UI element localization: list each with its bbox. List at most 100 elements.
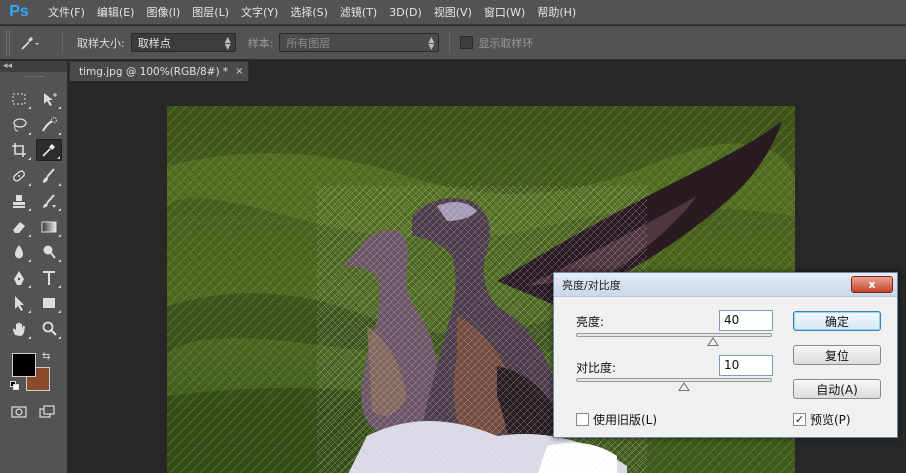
menu-item[interactable]: 视图(V) [428, 0, 478, 25]
rectangle-tool[interactable] [36, 292, 62, 314]
eyedropper-tool[interactable] [36, 139, 62, 161]
brightness-label: 亮度: [576, 315, 605, 329]
menu-item[interactable]: 文件(F) [42, 0, 91, 25]
options-separator [449, 31, 451, 54]
auto-button[interactable]: 自动(A) [793, 379, 881, 399]
menu-item[interactable]: 3D(D) [383, 0, 428, 25]
quick-selection-icon [42, 116, 57, 131]
screen-mode-icon[interactable] [34, 401, 60, 423]
ok-button[interactable]: 确定 [793, 311, 881, 331]
menu-items: 文件(F) 编辑(E) 图像(I) 图层(L) 文字(Y) 选择(S) 滤镜(T) 3D(D)… [42, 0, 582, 25]
show-sampling-ring-checkbox[interactable] [460, 36, 474, 49]
zoom-tool[interactable] [36, 318, 62, 340]
tool-flyout-indicator [28, 259, 31, 262]
path-selection-icon [15, 296, 24, 311]
tool-flyout-indicator [28, 208, 31, 211]
menu-item[interactable]: 文字(Y) [235, 0, 284, 25]
quick-selection-tool[interactable] [36, 114, 62, 136]
clone-stamp-tool[interactable] [6, 190, 32, 212]
contrast-slider-thumb[interactable] [677, 382, 690, 391]
marquee-icon [12, 93, 26, 105]
zoom-icon [42, 321, 57, 336]
options-bar: 取样大小: 取样点 ▲ ▼ 样本: 所有图层 ▲ ▼ 显示取样环 [0, 26, 906, 60]
history-brush-icon [43, 194, 56, 208]
tools-panel-collapse-button[interactable]: ◂◂ [0, 61, 67, 72]
use-legacy-checkbox-box[interactable] [576, 413, 589, 426]
pen-icon [14, 270, 24, 285]
clone-stamp-icon [13, 195, 25, 208]
gradient-icon [41, 221, 57, 232]
brightness-input[interactable]: 40 [719, 310, 773, 331]
crop-tool[interactable] [6, 139, 32, 161]
move-icon [44, 93, 57, 106]
eyedropper-icon [21, 36, 39, 50]
contrast-input[interactable]: 10 [719, 355, 773, 376]
pen-tool[interactable] [6, 267, 32, 289]
sample-size-select[interactable]: 取样点 ▲ ▼ [130, 33, 236, 52]
use-legacy-checkbox[interactable]: 使用旧版(L) [576, 411, 657, 428]
tool-flyout-indicator [28, 106, 31, 109]
menu-item[interactable]: 图像(I) [140, 0, 186, 25]
tool-flyout-indicator [28, 233, 31, 237]
photoshop-logo: Ps [9, 3, 29, 20]
contrast-slider-track[interactable] [576, 378, 772, 382]
preview-label: 预览(P) [810, 413, 851, 427]
move-tool[interactable] [36, 88, 62, 110]
brightness-slider-track[interactable] [576, 333, 772, 337]
swap-colors-icon[interactable]: ⇆ [42, 351, 50, 362]
blur-tool[interactable] [6, 241, 32, 263]
tool-flyout-indicator [58, 259, 61, 262]
tool-flyout-indicator [58, 233, 61, 237]
dodge-tool[interactable] [36, 241, 62, 263]
menu-item[interactable]: 选择(S) [284, 0, 334, 25]
close-icon[interactable]: × [235, 66, 243, 77]
brush-tool[interactable] [36, 165, 62, 187]
tools-panel-grip[interactable] [0, 72, 67, 82]
path-selection-tool[interactable] [6, 292, 32, 314]
tool-flyout-indicator [28, 310, 31, 313]
document-tab-bar: timg.jpg @ 100%(RGB/8#) * × [69, 61, 906, 81]
brightness-slider-thumb[interactable] [707, 337, 720, 346]
healing-brush-tool[interactable] [6, 165, 32, 187]
hand-icon [13, 322, 25, 336]
dialog-close-button[interactable]: x [851, 276, 893, 293]
contrast-label: 对比度: [576, 361, 617, 375]
blur-icon [15, 245, 23, 259]
dialog-titlebar[interactable]: 亮度/对比度 x [554, 273, 897, 297]
use-legacy-label: 使用旧版(L) [593, 413, 658, 427]
lasso-tool[interactable] [6, 114, 32, 136]
tool-flyout-indicator [58, 208, 61, 211]
menu-item[interactable]: 窗口(W) [478, 0, 531, 25]
document-tab[interactable]: timg.jpg @ 100%(RGB/8#) * × [69, 61, 249, 81]
menu-item[interactable]: 滤镜(T) [334, 0, 383, 25]
menu-item[interactable]: 编辑(E) [91, 0, 141, 25]
preview-checkbox-box[interactable]: ✓ [793, 413, 806, 426]
type-tool[interactable] [36, 267, 62, 289]
dialog-title: 亮度/对比度 [562, 278, 621, 292]
history-brush-tool[interactable] [36, 190, 62, 212]
eraser-icon [13, 221, 25, 233]
gradient-tool[interactable] [36, 216, 62, 238]
sample-select[interactable]: 所有图层 ▲ ▼ [279, 33, 440, 52]
reset-button[interactable]: 复位 [793, 345, 881, 365]
tool-preset-picker[interactable] [18, 31, 52, 55]
quick-mask-icon[interactable] [6, 401, 32, 423]
tool-flyout-indicator [28, 131, 31, 135]
sample-label: 样本: [247, 36, 274, 50]
tool-flyout-indicator [57, 156, 60, 159]
menu-item[interactable]: 图层(L) [186, 0, 235, 25]
tool-flyout-indicator [58, 310, 61, 313]
healing-brush-icon [13, 169, 25, 182]
menu-item[interactable]: 帮助(H) [531, 0, 582, 25]
marquee-tool[interactable] [6, 88, 32, 110]
tool-flyout-indicator [28, 157, 31, 160]
eraser-tool[interactable] [6, 216, 32, 238]
hand-tool[interactable] [6, 318, 32, 340]
tools-panel: ◂◂ ⇆ [0, 61, 68, 473]
options-bar-grip[interactable] [6, 30, 10, 55]
preview-checkbox[interactable]: ✓ 预览(P) [793, 411, 851, 428]
default-colors-icon[interactable] [10, 381, 20, 391]
foreground-color-swatch[interactable] [12, 353, 36, 377]
tool-flyout-indicator [58, 335, 61, 339]
color-swatches: ⇆ [10, 351, 58, 397]
